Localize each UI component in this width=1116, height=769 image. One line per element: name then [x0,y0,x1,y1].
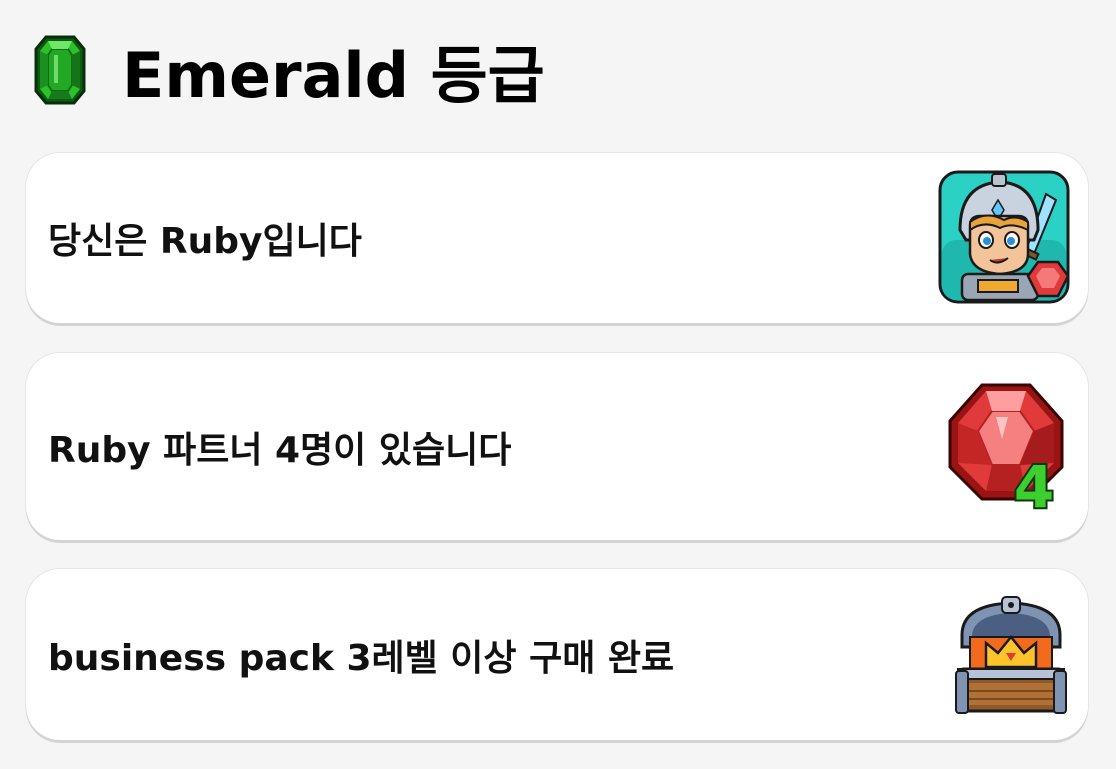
requirement-label: 당신은 Ruby입니다 [48,221,362,262]
requirement-card-ruby-rank: 당신은 Ruby입니다 [26,153,1088,323]
requirement-card-business-pack: business pack 3레벨 이상 구매 완료 [26,569,1088,740]
page-header: Emerald 등급 [34,20,545,120]
ruby-gem-icon: 4 [948,383,1064,513]
requirement-label: Ruby 파트너 4명이 있습니다 [48,429,512,471]
requirement-label: business pack 3레벨 이상 구매 완료 [48,637,675,679]
emerald-gem-icon [34,35,86,105]
requirement-card-ruby-partners: Ruby 파트너 4명이 있습니다 4 [26,353,1088,540]
emerald-tier-page: Emerald 등급 당신은 Ruby입니다 Ruby 파트너 4명이 있습니다… [0,0,1116,769]
treasure-chest-icon [955,595,1067,714]
page-title: Emerald 등급 [122,39,545,112]
ruby-knight-avatar-icon [938,170,1070,304]
partner-count-badge: 4 [1014,453,1054,513]
